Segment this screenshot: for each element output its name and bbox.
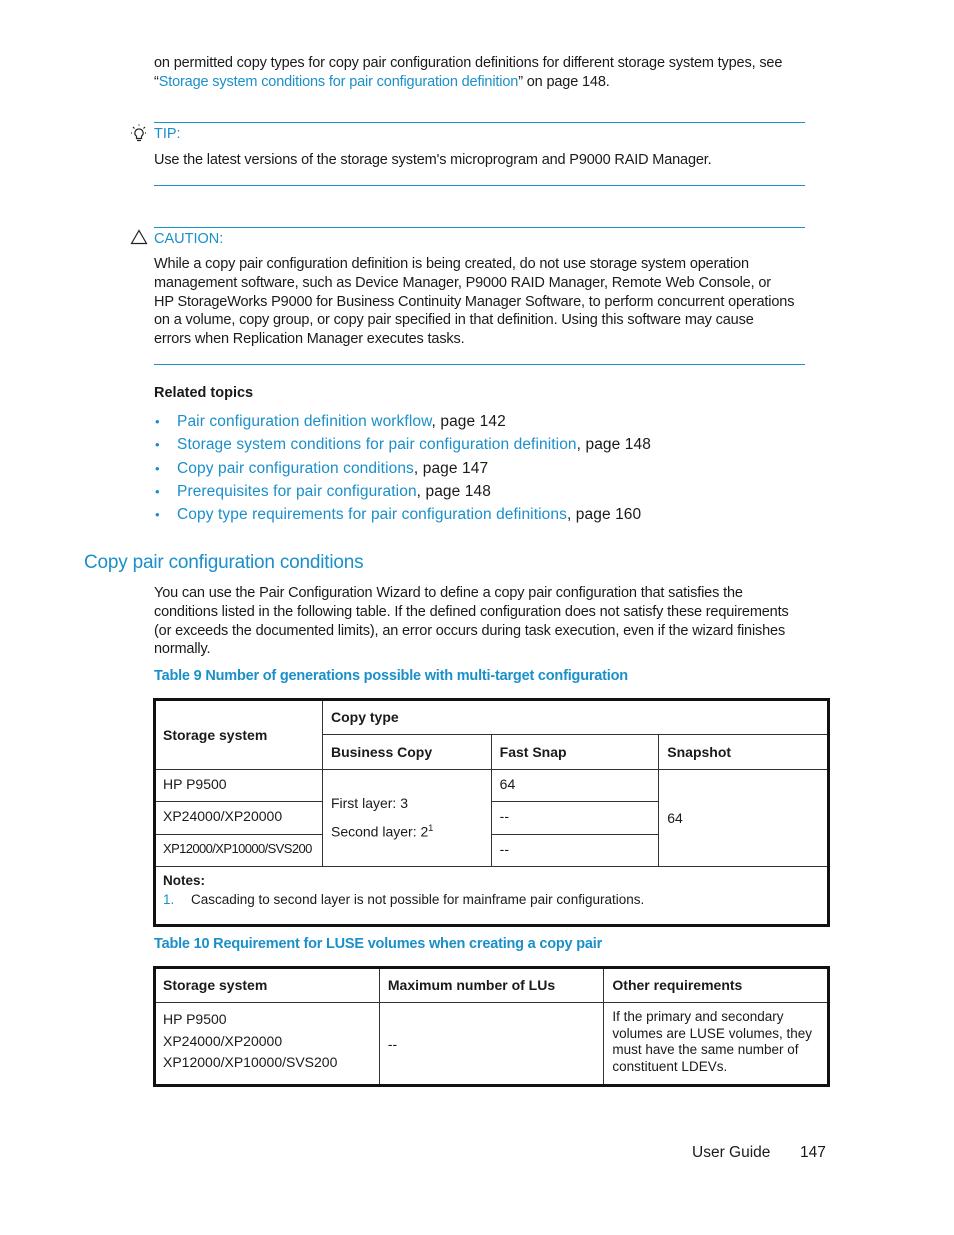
intro-paragraph: on permitted copy types for copy pair co… xyxy=(154,54,844,92)
note-text: Cascading to second layer is not possibl… xyxy=(191,892,645,907)
other-line: If the primary and secondary xyxy=(612,1009,784,1024)
table10: Storage system Maximum number of LUs Oth… xyxy=(153,966,830,1087)
intro-line-1: on permitted copy types for copy pair co… xyxy=(154,55,783,71)
system-name: XP24000/XP20000 xyxy=(163,1032,283,1049)
related-topic-link[interactable]: Copy pair configuration conditions xyxy=(177,460,414,477)
related-topic-link[interactable]: Storage system conditions for pair confi… xyxy=(177,436,577,453)
section-line: You can use the Pair Configuration Wizar… xyxy=(154,585,743,601)
table9-cell-fast-snap: -- xyxy=(490,801,660,835)
section-paragraph: You can use the Pair Configuration Wizar… xyxy=(154,584,844,659)
table9-cell-fast-snap: -- xyxy=(490,834,660,867)
footnote-ref: 1 xyxy=(428,823,434,834)
table10-cell-max-lus: -- xyxy=(378,1002,605,1086)
table10-header-storage-system: Storage system xyxy=(154,967,380,1003)
other-line: volumes are LUSE volumes, they xyxy=(612,1025,812,1041)
related-topic-page: , page 148 xyxy=(416,482,491,500)
caution-line: While a copy pair configuration definiti… xyxy=(154,256,749,272)
section-line: normally. xyxy=(154,641,211,658)
section-heading: Copy pair configuration conditions xyxy=(84,552,364,573)
related-topic-link[interactable]: Pair configuration definition workflow xyxy=(177,413,432,430)
bullet: • xyxy=(155,483,160,499)
related-topic-page: , page 147 xyxy=(413,459,489,477)
bullet: • xyxy=(155,460,160,476)
caution-line: management software, such as Device Mana… xyxy=(154,274,771,291)
tip-bottom-rule xyxy=(154,185,805,186)
note-number: 1. xyxy=(163,892,175,907)
table9-notes-row: Notes: 1. Cascading to second layer is no… xyxy=(154,866,829,926)
table9-cell-fast-snap: 64 xyxy=(490,769,660,802)
page-number: 147 xyxy=(800,1144,826,1161)
business-copy-line2: Second layer: 21 xyxy=(331,816,483,845)
table9-notes: Notes: 1. Cascading to second layer is no… xyxy=(154,866,829,926)
bullet: • xyxy=(155,414,160,429)
section-line: conditions listed in the following table… xyxy=(154,603,789,620)
table10-cell-systems: HP P9500 XP24000/XP20000 XP12000/XP10000… xyxy=(154,1002,380,1086)
related-topic-item: • Pair configuration definition workflow,… xyxy=(155,412,651,435)
table10-header-other-requirements: Other requirements xyxy=(603,967,829,1003)
related-topic-page: , page 160 xyxy=(566,506,642,524)
table9-header-snapshot: Snapshot xyxy=(658,734,829,770)
tip-label: TIP: xyxy=(154,126,181,142)
other-line: must have the same number of xyxy=(612,1042,799,1057)
caution-line: errors when Replication Manager executes… xyxy=(154,331,465,348)
caution-text: While a copy pair configuration definiti… xyxy=(154,255,834,349)
related-topics-list: • Pair configuration definition workflow,… xyxy=(155,412,651,528)
business-copy-line2-text: Second layer: 2 xyxy=(330,823,429,840)
related-topic-item: • Storage system conditions for pair conf… xyxy=(155,435,651,458)
table-row: HP P9500 XP24000/XP20000 XP12000/XP10000… xyxy=(154,1002,829,1086)
caution-bottom-rule xyxy=(154,364,805,365)
table9-header-fast-snap: Fast Snap xyxy=(490,734,660,770)
table9-cell-system: XP24000/XP20000 xyxy=(154,801,323,835)
business-copy-line1: First layer: 3 xyxy=(330,795,408,812)
related-topics-title: Related topics xyxy=(154,385,254,401)
table-row: HP P9500 First layer: 3 Second layer: 21… xyxy=(154,769,829,867)
footer-title: User Guide xyxy=(692,1144,771,1161)
tip-top-rule xyxy=(154,122,805,123)
table9: Storage system Copy type Business Copy F… xyxy=(153,698,830,927)
caution-line: HP StorageWorks P9000 for Business Conti… xyxy=(154,293,795,310)
related-topic-page: , page 148 xyxy=(576,436,651,454)
table9-header-storage-system: Storage system xyxy=(154,699,323,770)
table9-cell-snapshot: 64 xyxy=(658,769,829,867)
note-item: 1. Cascading to second layer is not possi… xyxy=(163,892,820,907)
caution-line: on a volume, copy group, or copy pair sp… xyxy=(154,312,754,329)
caution-label: CAUTION: xyxy=(154,231,224,247)
related-topic-link[interactable]: Prerequisites for pair configuration xyxy=(177,483,417,500)
related-topic-item: • Copy type requirements for pair configu… xyxy=(155,505,651,528)
table9-cell-system: XP12000/XP10000/SVS200 xyxy=(154,834,323,867)
table10-cell-other: If the primary and secondary volumes are… xyxy=(603,1002,829,1086)
bullet: • xyxy=(155,437,160,453)
other-line: constituent LDEVs. xyxy=(612,1058,728,1074)
lightbulb-icon xyxy=(131,124,147,142)
table9-caption: Table 9 Number of generations possible w… xyxy=(154,668,628,684)
section-line: (or exceeds the documented limits), an e… xyxy=(154,622,786,639)
table9-header-business-copy: Business Copy xyxy=(321,734,492,770)
related-topic-page: , page 142 xyxy=(431,413,506,430)
table9-cell-system: HP P9500 xyxy=(154,769,323,802)
table9-header-copy-type: Copy type xyxy=(321,699,830,735)
bullet: • xyxy=(155,507,160,523)
tip-text: Use the latest versions of the storage s… xyxy=(154,152,712,168)
warning-triangle-icon xyxy=(130,229,148,245)
related-topic-item: • Prerequisites for pair configuration, p… xyxy=(155,482,651,505)
system-name: XP12000/XP10000/SVS200 xyxy=(163,1054,338,1070)
notes-title: Notes: xyxy=(163,873,206,888)
intro-link[interactable]: Storage system conditions for pair confi… xyxy=(159,74,519,90)
related-topic-item: • Copy pair configuration conditions, pag… xyxy=(155,459,651,482)
intro-suffix: on page 148. xyxy=(522,73,610,90)
related-topic-link[interactable]: Copy type requirements for pair configur… xyxy=(177,506,567,523)
intro-line-2: “Storage system conditions for pair conf… xyxy=(154,73,844,92)
system-name: HP P9500 xyxy=(163,1011,227,1027)
table9-cell-business-copy: First layer: 3 Second layer: 21 xyxy=(321,769,492,867)
table10-caption: Table 10 Requirement for LUSE volumes wh… xyxy=(154,936,603,952)
caution-top-rule xyxy=(154,227,805,228)
table10-header-max-lus: Maximum number of LUs xyxy=(378,967,605,1003)
